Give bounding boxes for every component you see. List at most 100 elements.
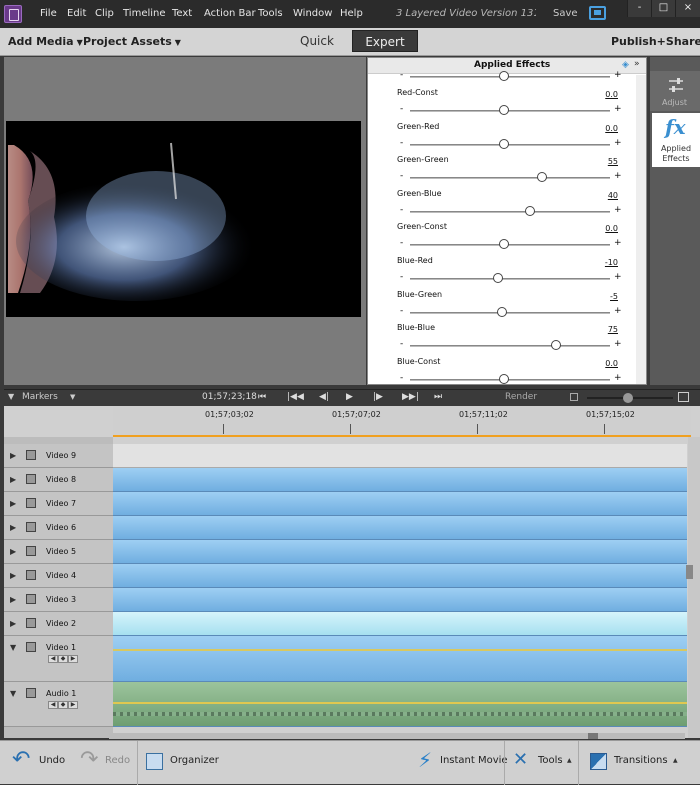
- video-clip[interactable]: [113, 588, 687, 612]
- track-header[interactable]: ▶ Video 8: [4, 468, 113, 492]
- decrease-button[interactable]: -: [400, 70, 403, 80]
- film-icon[interactable]: [26, 618, 36, 628]
- increase-button[interactable]: +: [614, 373, 622, 383]
- transitions-button[interactable]: Transitions: [614, 755, 668, 766]
- film-icon[interactable]: [26, 570, 36, 580]
- effect-param-value[interactable]: 55: [598, 157, 618, 166]
- step-forward-button[interactable]: |▶: [373, 392, 383, 402]
- chevron-up-icon[interactable]: ▲: [567, 757, 572, 764]
- effect-slider-thumb[interactable]: [499, 373, 509, 384]
- track-header[interactable]: ▶ Video 2: [4, 612, 113, 636]
- increase-button[interactable]: +: [614, 205, 622, 215]
- panel-menu-icon[interactable]: »: [634, 59, 640, 69]
- video-clip[interactable]: [113, 492, 687, 516]
- timeline-zoom-thumb[interactable]: [623, 393, 633, 403]
- decrease-button[interactable]: -: [400, 238, 403, 248]
- decrease-button[interactable]: -: [400, 104, 403, 114]
- render-button[interactable]: Render: [505, 392, 537, 402]
- effect-options-icon[interactable]: ◈: [622, 60, 629, 70]
- track-header[interactable]: ▶ Video 3: [4, 588, 113, 612]
- expand-arrow-icon[interactable]: ▶: [10, 523, 16, 532]
- next-keyframe-button[interactable]: ▶: [68, 701, 78, 709]
- tools-button[interactable]: Tools: [538, 755, 563, 766]
- undo-button[interactable]: Undo: [39, 755, 65, 766]
- increase-button[interactable]: +: [614, 339, 622, 349]
- track-header[interactable]: ▶ Video 4: [4, 564, 113, 588]
- film-icon[interactable]: [26, 474, 36, 484]
- publish-share-button[interactable]: Publish+Share▼: [611, 35, 700, 48]
- timeline-horizontal-scroll-thumb[interactable]: [588, 733, 598, 739]
- fullscreen-icon[interactable]: [589, 6, 606, 20]
- effect-slider[interactable]: [410, 345, 610, 348]
- timeline-vertical-scrollbar[interactable]: [688, 437, 700, 738]
- empty-track-lane[interactable]: [113, 444, 687, 468]
- effect-slider-thumb[interactable]: [499, 71, 509, 81]
- undo-icon[interactable]: ↶: [12, 747, 30, 772]
- effect-slider[interactable]: [410, 110, 610, 112]
- expand-arrow-icon[interactable]: ▶: [10, 619, 16, 628]
- effect-slider[interactable]: [410, 210, 610, 213]
- track-header[interactable]: ▶ Video 6: [4, 516, 113, 540]
- effect-slider-thumb[interactable]: [525, 205, 535, 216]
- timeline-vertical-scroll-thumb[interactable]: [686, 565, 693, 579]
- decrease-button[interactable]: -: [400, 138, 403, 148]
- zoom-in-icon[interactable]: [678, 392, 689, 402]
- go-to-start-button[interactable]: ⏮: [258, 392, 266, 402]
- increase-button[interactable]: +: [614, 272, 622, 282]
- chevron-up-icon[interactable]: ▲: [673, 757, 678, 764]
- maximize-button[interactable]: □: [651, 0, 675, 17]
- transitions-icon[interactable]: [590, 753, 607, 770]
- effect-slider[interactable]: [410, 244, 610, 247]
- menu-action-bar[interactable]: Action Bar: [204, 8, 256, 19]
- organizer-icon[interactable]: [146, 753, 163, 770]
- decrease-button[interactable]: -: [400, 171, 403, 181]
- decrease-button[interactable]: -: [400, 205, 403, 215]
- track-header[interactable]: ▶ Video 5: [4, 540, 113, 564]
- add-keyframe-button[interactable]: ◆: [58, 655, 68, 663]
- speaker-icon[interactable]: [26, 688, 36, 698]
- effect-slider-thumb[interactable]: [499, 138, 509, 149]
- minimize-button[interactable]: -: [627, 0, 651, 17]
- menu-clip[interactable]: Clip: [95, 8, 114, 19]
- quick-mode-tab[interactable]: Quick: [300, 34, 334, 48]
- project-assets-button[interactable]: Project Assets ▼: [83, 35, 181, 48]
- increase-button[interactable]: +: [614, 306, 622, 316]
- film-icon[interactable]: [26, 522, 36, 532]
- effect-slider[interactable]: [410, 143, 610, 146]
- save-button[interactable]: Save: [553, 8, 578, 19]
- track-header[interactable]: ▶ Video 9: [4, 444, 113, 468]
- effect-slider[interactable]: [410, 378, 610, 381]
- effect-slider[interactable]: [410, 278, 610, 280]
- effect-param-value[interactable]: 0.0: [598, 90, 618, 99]
- film-icon[interactable]: [26, 546, 36, 556]
- effect-slider[interactable]: [410, 311, 610, 314]
- film-icon[interactable]: [26, 450, 36, 460]
- fast-forward-button[interactable]: ▶▶|: [402, 392, 419, 402]
- video-clip[interactable]: [113, 564, 687, 588]
- step-back-button[interactable]: ◀|: [319, 392, 329, 402]
- prev-keyframe-button[interactable]: ◀: [48, 655, 58, 663]
- rewind-button[interactable]: |◀◀: [287, 392, 304, 402]
- chevron-down-icon[interactable]: ▼: [70, 393, 75, 401]
- effect-slider-thumb[interactable]: [493, 273, 503, 283]
- effect-slider-thumb[interactable]: [499, 105, 509, 115]
- menu-file[interactable]: File: [40, 8, 57, 19]
- effect-slider-thumb[interactable]: [499, 239, 509, 250]
- decrease-button[interactable]: -: [400, 373, 403, 383]
- track-header[interactable]: ▼ Audio 1 ◀ ◆ ▶: [4, 682, 113, 727]
- video-clip[interactable]: [113, 468, 687, 492]
- timeline-ruler[interactable]: 01;57;03;02 01;57;07;02 01;57;11;02 01;5…: [113, 406, 691, 437]
- timecode-display[interactable]: 01;57;23;18: [202, 392, 257, 402]
- app-icon[interactable]: [4, 5, 22, 23]
- instant-movie-button[interactable]: Instant Movie: [440, 755, 508, 766]
- tools-icon[interactable]: ✕: [513, 749, 528, 770]
- expand-arrow-icon[interactable]: ▶: [10, 547, 16, 556]
- video-clip[interactable]: [113, 636, 687, 682]
- redo-button[interactable]: Redo: [105, 755, 130, 766]
- expand-arrow-icon[interactable]: ▶: [10, 571, 16, 580]
- menu-window[interactable]: Window: [293, 8, 332, 19]
- increase-button[interactable]: +: [614, 70, 622, 80]
- menu-tools[interactable]: Tools: [258, 8, 283, 19]
- next-keyframe-button[interactable]: ▶: [68, 655, 78, 663]
- increase-button[interactable]: +: [614, 238, 622, 248]
